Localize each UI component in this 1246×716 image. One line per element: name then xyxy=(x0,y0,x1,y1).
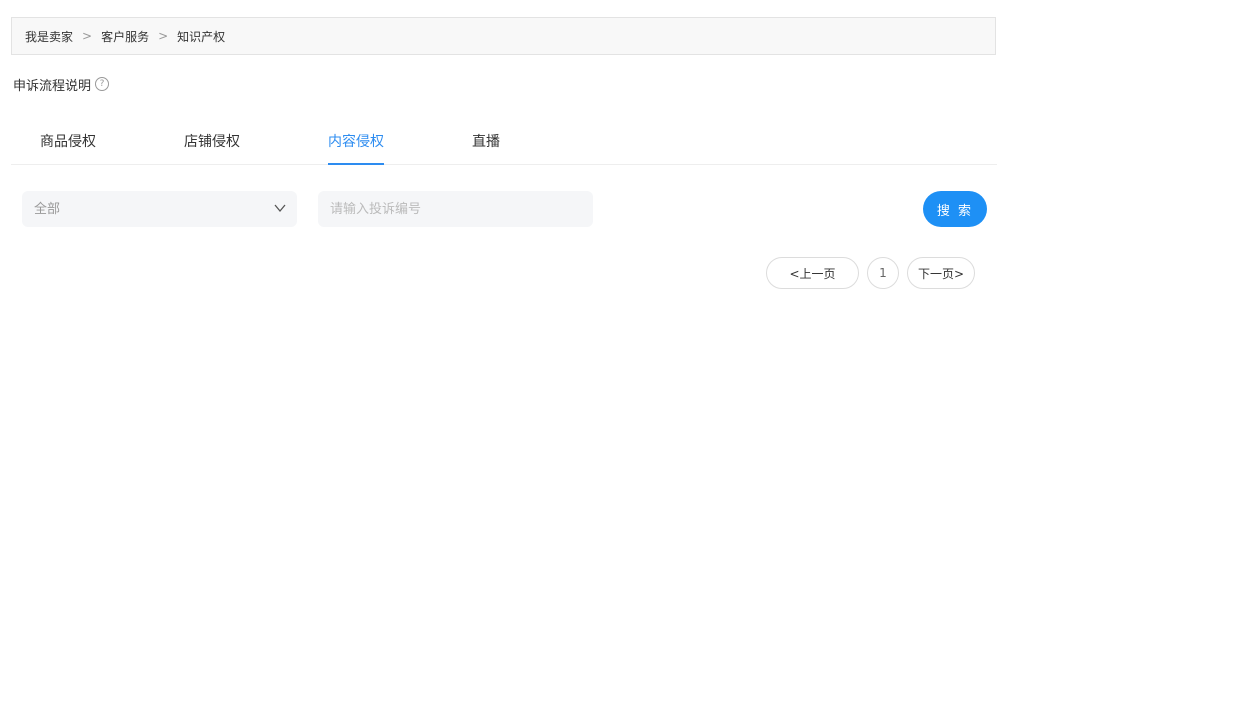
breadcrumb: 我是卖家 > 客户服务 > 知识产权 xyxy=(11,17,996,55)
breadcrumb-item-ip: 知识产权 xyxy=(177,29,226,44)
prev-page-button[interactable]: <上一页 xyxy=(766,257,859,289)
tab-bar: 商品侵权 店铺侵权 内容侵权 直播 xyxy=(11,122,997,165)
appeal-process-link[interactable]: 申诉流程说明 ? xyxy=(13,75,110,94)
breadcrumb-separator: > xyxy=(82,29,93,43)
search-button[interactable]: 搜 索 xyxy=(923,191,987,227)
appeal-process-label: 申诉流程说明 xyxy=(13,78,92,94)
tab-content-infringement[interactable]: 内容侵权 xyxy=(328,122,384,165)
chevron-down-icon xyxy=(274,204,286,213)
breadcrumb-item-customer-service[interactable]: 客户服务 xyxy=(101,28,149,45)
tab-store-infringement[interactable]: 店铺侵权 xyxy=(184,122,240,164)
breadcrumb-item-seller[interactable]: 我是卖家 xyxy=(25,28,73,45)
page: 我是卖家 > 客户服务 > 知识产权 申诉流程说明 ? 商品侵权 店铺侵权 内容… xyxy=(0,0,1246,716)
breadcrumb-separator: > xyxy=(158,29,169,43)
tab-product-infringement[interactable]: 商品侵权 xyxy=(40,122,96,164)
page-number-1[interactable]: 1 xyxy=(867,257,899,289)
next-page-button[interactable]: 下一页> xyxy=(907,257,975,289)
question-circle-icon[interactable]: ? xyxy=(95,77,110,91)
complaint-number-input[interactable] xyxy=(318,191,593,227)
tab-live-stream[interactable]: 直播 xyxy=(472,122,500,164)
category-select[interactable]: 全部 xyxy=(22,191,297,227)
category-select-value: 全部 xyxy=(34,201,61,217)
